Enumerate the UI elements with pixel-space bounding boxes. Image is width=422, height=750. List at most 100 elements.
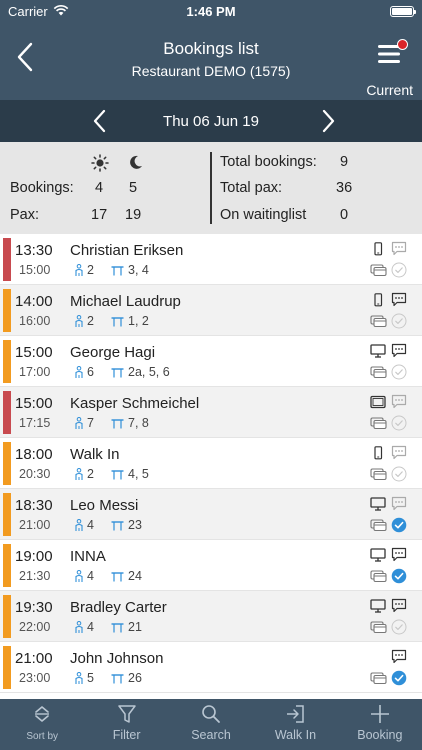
message-icon[interactable] <box>391 598 407 613</box>
message-icon[interactable] <box>391 394 407 409</box>
pax-count: 6 <box>74 365 94 379</box>
table-icon <box>111 265 124 275</box>
sort-by-button[interactable]: Sort by <box>0 699 84 750</box>
desktop-icon <box>370 344 386 358</box>
current-date[interactable]: Thu 06 Jun 19 <box>163 113 259 130</box>
checked-circle-icon[interactable] <box>391 517 407 533</box>
unchecked-circle-icon[interactable] <box>391 262 407 278</box>
booking-row[interactable]: 19:00 21:30 INNA 4 24 <box>0 540 422 591</box>
total-pax-label: Total pax: <box>220 180 283 196</box>
menu-button[interactable] <box>376 39 408 70</box>
table-icon <box>111 469 124 479</box>
status-indicator <box>3 544 11 587</box>
booking-row[interactable]: 19:30 22:00 Bradley Carter 4 21 <box>0 591 422 642</box>
person-icon <box>75 620 83 633</box>
table-assignment: 4, 5 <box>111 467 149 481</box>
tab-label: Booking <box>357 728 403 742</box>
message-icon[interactable] <box>391 241 407 256</box>
unchecked-circle-icon[interactable] <box>391 415 407 431</box>
header: Bookings list Restaurant DEMO (1575) Cur… <box>0 22 422 100</box>
booking-row[interactable]: 21:00 23:00 John Johnson 5 26 <box>0 642 422 693</box>
payment-icon[interactable] <box>370 415 387 430</box>
message-icon[interactable] <box>391 649 407 664</box>
message-icon[interactable] <box>391 547 407 562</box>
unchecked-circle-icon[interactable] <box>391 466 407 482</box>
status-indicator <box>3 493 11 536</box>
chevron-left-icon <box>93 109 106 133</box>
new-booking-button[interactable]: Booking <box>338 699 422 750</box>
previous-day-button[interactable] <box>90 109 110 133</box>
payment-icon[interactable] <box>370 313 387 328</box>
table-value: 3, 4 <box>128 263 149 277</box>
payment-icon[interactable] <box>370 517 387 532</box>
pax-count: 2 <box>74 263 94 277</box>
tab-label: Walk In <box>274 728 317 742</box>
guest-name: Leo Messi <box>70 497 139 514</box>
booking-time: 19:00 <box>15 548 53 565</box>
message-icon[interactable] <box>391 496 407 511</box>
booking-row[interactable]: 13:30 15:00 Christian Eriksen 2 3, 4 <box>0 234 422 285</box>
table-assignment: 24 <box>111 569 142 583</box>
guest-name: Kasper Schmeichel <box>70 395 200 412</box>
booking-row[interactable]: 15:00 17:00 George Hagi 6 2a, 5, 6 <box>0 336 422 387</box>
guest-name: Walk In <box>70 446 120 463</box>
plus-icon <box>370 705 389 723</box>
unchecked-circle-icon[interactable] <box>391 619 407 635</box>
table-icon <box>111 418 124 428</box>
booking-row[interactable]: 15:00 17:15 Kasper Schmeichel 7 7, 8 <box>0 387 422 438</box>
next-day-button[interactable] <box>318 109 338 133</box>
status-indicator <box>3 289 11 332</box>
table-assignment: 21 <box>111 620 142 634</box>
status-indicator <box>3 646 11 689</box>
tab-label: Search <box>191 728 231 742</box>
booking-row[interactable]: 18:00 20:30 Walk In 2 4, 5 <box>0 438 422 489</box>
payment-icon[interactable] <box>370 619 387 634</box>
table-value: 21 <box>128 620 142 634</box>
booking-row[interactable]: 18:30 21:00 Leo Messi 4 23 <box>0 489 422 540</box>
booking-time: 18:00 <box>15 446 53 463</box>
filter-button[interactable]: Filter <box>84 699 168 750</box>
desktop-icon <box>370 599 386 613</box>
status-indicator <box>3 595 11 638</box>
message-icon[interactable] <box>391 343 407 358</box>
booking-row[interactable]: 14:00 16:00 Michael Laudrup 2 1, 2 <box>0 285 422 336</box>
payment-icon[interactable] <box>370 262 387 277</box>
table-value: 23 <box>128 518 142 532</box>
checked-circle-icon[interactable] <box>391 568 407 584</box>
walk-in-icon <box>287 705 305 723</box>
pax-count: 5 <box>74 671 94 685</box>
guest-name: Bradley Carter <box>70 599 167 616</box>
wifi-icon <box>53 4 69 19</box>
table-assignment: 26 <box>111 671 142 685</box>
booking-end-time: 21:00 <box>19 518 51 532</box>
bookings-list: 13:30 15:00 Christian Eriksen 2 3, 4 14:00 16:… <box>0 234 422 693</box>
status-indicator <box>3 391 11 434</box>
sort-icon <box>35 706 50 722</box>
booking-end-time: 17:00 <box>19 365 51 379</box>
unchecked-circle-icon[interactable] <box>391 313 407 329</box>
table-value: 24 <box>128 569 142 583</box>
search-button[interactable]: Search <box>169 699 253 750</box>
person-icon <box>75 518 83 531</box>
pax-value: 7 <box>87 416 94 430</box>
payment-icon[interactable] <box>370 466 387 481</box>
payment-icon[interactable] <box>370 670 387 685</box>
date-navigator: Thu 06 Jun 19 <box>0 100 422 142</box>
pax-value: 2 <box>87 314 94 328</box>
booking-time: 13:30 <box>15 242 53 259</box>
carrier-label: Carrier <box>8 3 48 19</box>
message-icon[interactable] <box>391 292 407 307</box>
message-icon[interactable] <box>391 445 407 460</box>
walk-in-button[interactable]: Walk In <box>253 699 337 750</box>
payment-icon[interactable] <box>370 568 387 583</box>
table-icon <box>111 316 124 326</box>
dinner-bookings: 5 <box>129 180 138 196</box>
payment-icon[interactable] <box>370 364 387 379</box>
sun-icon <box>91 154 109 176</box>
pax-label: Pax: <box>10 207 40 223</box>
bottom-toolbar: Sort by Filter Search Walk In Booking <box>0 699 422 750</box>
unchecked-circle-icon[interactable] <box>391 364 407 380</box>
pax-value: 4 <box>87 620 94 634</box>
table-value: 2a, 5, 6 <box>128 365 170 379</box>
checked-circle-icon[interactable] <box>391 670 407 686</box>
